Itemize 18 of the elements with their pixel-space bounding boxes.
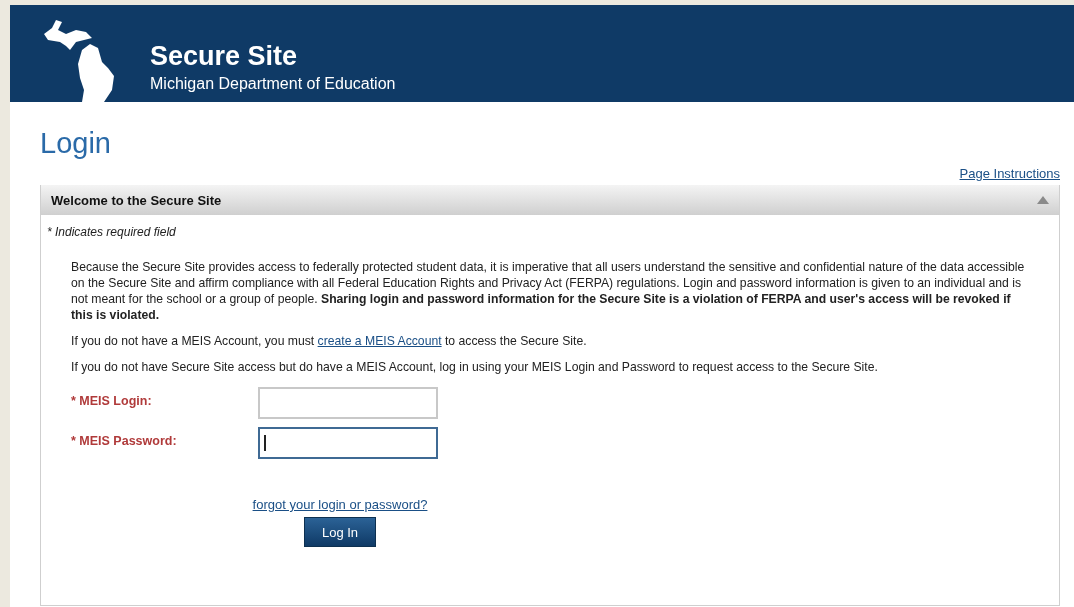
panel-title: Welcome to the Secure Site	[51, 192, 222, 208]
field-label: * MEIS Password:	[71, 433, 178, 450]
info-paragraph: If you do not have a MEIS Account, you must create a MEIS Account to access the Secure Site.	[71, 333, 588, 349]
site-subtitle: Michigan Department of Education	[150, 75, 396, 93]
input-field[interactable]	[258, 387, 438, 419]
info-paragraph: If you do not have Secure Site access but do have a MEIS Account, log in using your MEIS Login and Password to request access to the Secure Site.	[71, 359, 879, 375]
required-note: * Indicates required field	[47, 225, 177, 239]
page-title: Login	[40, 126, 112, 160]
field-label: * MEIS Login:	[71, 393, 153, 410]
collapse-icon[interactable]	[1037, 196, 1049, 204]
create-account-link[interactable]: create a MEIS Account	[317, 334, 442, 348]
input-field[interactable]	[258, 427, 438, 459]
info-paragraph: Because the Secure Site provides access to federally protected student data, it is imperative that all users understand the sensitive and confidential nature of the data accessible on the Secure Site and affirm compliance with all Federal Education Rights and Privacy Act (FERPA) regulations. Login and password information is given to an individual and is not meant for the school or a group of people. Sharing login and password information for the Secure Site is a violation of FERPA and user's access will be revoked if this is violated.	[71, 259, 1026, 323]
login-button[interactable]: Log In	[304, 517, 376, 547]
site-title: Secure Site	[150, 41, 299, 71]
panel-header[interactable]: Welcome to the Secure Site	[41, 185, 1059, 215]
forgot-password-link[interactable]: forgot your login or password?	[252, 497, 428, 513]
page-instructions-link[interactable]: Page Instructions	[959, 166, 1060, 181]
